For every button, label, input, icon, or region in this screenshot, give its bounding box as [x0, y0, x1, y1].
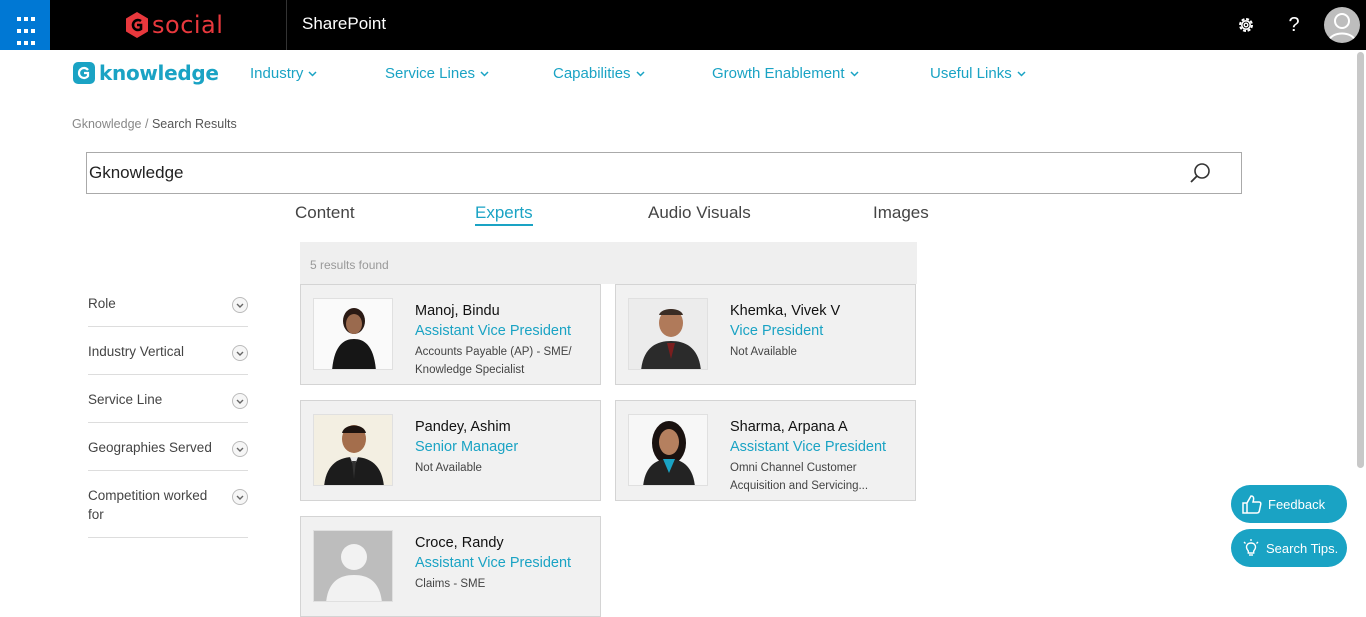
divider: [286, 0, 287, 50]
brand-name: social: [152, 11, 224, 39]
nav-label: Service Lines: [385, 65, 476, 82]
expert-name[interactable]: Sharma, Arpana A: [730, 419, 848, 435]
expert-name[interactable]: Pandey, Ashim: [415, 419, 511, 435]
app-title[interactable]: SharePoint: [302, 14, 386, 34]
search-icon[interactable]: [1189, 161, 1213, 185]
social-logo-icon: [126, 12, 148, 38]
expert-detail: Not Available: [415, 462, 482, 474]
breadcrumb: Gknowledge / Search Results: [72, 117, 237, 131]
expert-photo[interactable]: [313, 298, 393, 370]
expert-card[interactable]: Pandey, Ashim Senior Manager Not Availab…: [300, 400, 601, 501]
filter-label: Geographies Served: [88, 440, 212, 455]
thumbs-up-icon: [1242, 495, 1262, 514]
page-scrollbar[interactable]: [1357, 52, 1364, 468]
breadcrumb-separator: /: [144, 117, 149, 131]
results-count: 5 results found: [310, 258, 389, 272]
expert-detail: Claims - SME: [415, 578, 486, 590]
expert-title: Senior Manager: [415, 439, 519, 455]
social-brand[interactable]: social: [126, 9, 223, 41]
nav-label: Capabilities: [553, 65, 631, 82]
expert-card[interactable]: Manoj, Bindu Assistant Vice President Ac…: [300, 284, 601, 385]
tab-audio-visuals[interactable]: Audio Visuals: [648, 203, 751, 223]
chevron-down-icon: [636, 70, 645, 77]
filter-competition-worked-for[interactable]: Competition worked for: [88, 486, 248, 538]
expert-title: Assistant Vice President: [415, 555, 572, 571]
expert-card[interactable]: Khemka, Vivek V Vice President Not Avail…: [615, 284, 916, 385]
expert-title: Assistant Vice President: [730, 439, 887, 455]
nav-label: Growth Enablement: [712, 65, 845, 82]
feedback-label: Feedback: [1268, 496, 1326, 512]
lightbulb-icon: [1243, 539, 1259, 556]
nav-label: Industry: [250, 65, 304, 82]
breadcrumb-root[interactable]: Gknowledge: [72, 117, 142, 131]
knowledge-logo-icon: [73, 62, 95, 84]
nav-growth-enablement[interactable]: Growth Enablement: [712, 65, 859, 82]
search-input[interactable]: [89, 159, 1169, 187]
expert-name[interactable]: Manoj, Bindu: [415, 303, 500, 319]
expert-detail: Accounts Payable (AP) - SME/ Knowledge S…: [415, 346, 572, 376]
chevron-down-icon: [1017, 70, 1026, 77]
breadcrumb-current: Search Results: [151, 117, 237, 131]
tab-content[interactable]: Content: [295, 203, 355, 223]
filter-service-line[interactable]: Service Line: [88, 390, 248, 423]
tab-experts[interactable]: Experts: [475, 203, 533, 226]
gear-icon[interactable]: [1233, 12, 1259, 38]
expert-photo[interactable]: [628, 414, 708, 486]
chevron-down-icon[interactable]: [232, 441, 248, 457]
tab-images[interactable]: Images: [873, 203, 929, 223]
chevron-down-icon: [308, 70, 317, 77]
nav-label: Useful Links: [930, 65, 1012, 82]
chevron-down-icon[interactable]: [232, 393, 248, 409]
chevron-down-icon: [850, 70, 859, 77]
chevron-down-icon[interactable]: [232, 297, 248, 313]
search-tips-label: Search Tips.: [1266, 540, 1339, 556]
filter-label: Role: [88, 296, 116, 311]
expert-photo[interactable]: [628, 298, 708, 370]
expert-title: Vice President: [730, 323, 824, 339]
expert-detail: Not Available: [730, 346, 797, 358]
filter-role[interactable]: Role: [88, 294, 248, 327]
search-box: [86, 152, 1242, 194]
site-logo[interactable]: knowledge: [73, 61, 219, 85]
filter-label: Industry Vertical: [88, 344, 185, 359]
filter-geographies-served[interactable]: Geographies Served: [88, 438, 248, 471]
nav-capabilities[interactable]: Capabilities: [553, 65, 645, 82]
expert-photo[interactable]: [313, 414, 393, 486]
app-launcher-icon[interactable]: [0, 0, 50, 50]
chevron-down-icon: [480, 70, 489, 77]
expert-name[interactable]: Khemka, Vivek V: [730, 303, 840, 319]
expert-title: Assistant Vice President: [415, 323, 572, 339]
expert-photo[interactable]: [313, 530, 393, 602]
expert-card[interactable]: Croce, Randy Assistant Vice President Cl…: [300, 516, 601, 617]
expert-name[interactable]: Croce, Randy: [415, 535, 504, 551]
chevron-down-icon[interactable]: [232, 489, 248, 505]
filter-industry-vertical[interactable]: Industry Vertical: [88, 342, 248, 375]
chevron-down-icon[interactable]: [232, 345, 248, 361]
nav-useful-links[interactable]: Useful Links: [930, 65, 1026, 82]
expert-detail: Omni Channel Customer Acquisition and Se…: [730, 462, 869, 492]
feedback-button[interactable]: Feedback: [1231, 485, 1347, 523]
suite-bar: social SharePoint ?: [0, 0, 1366, 50]
filter-label: Competition worked for: [88, 488, 208, 522]
user-avatar-icon[interactable]: [1324, 7, 1360, 43]
results-count-bar: 5 results found: [300, 242, 917, 284]
search-tips-button[interactable]: Search Tips.: [1231, 529, 1347, 567]
expert-card[interactable]: Sharma, Arpana A Assistant Vice Presiden…: [615, 400, 916, 501]
filter-label: Service Line: [88, 392, 163, 407]
site-logo-text: knowledge: [99, 61, 219, 85]
nav-service-lines[interactable]: Service Lines: [385, 65, 489, 82]
nav-industry[interactable]: Industry: [250, 65, 317, 82]
help-icon[interactable]: ?: [1281, 12, 1307, 38]
